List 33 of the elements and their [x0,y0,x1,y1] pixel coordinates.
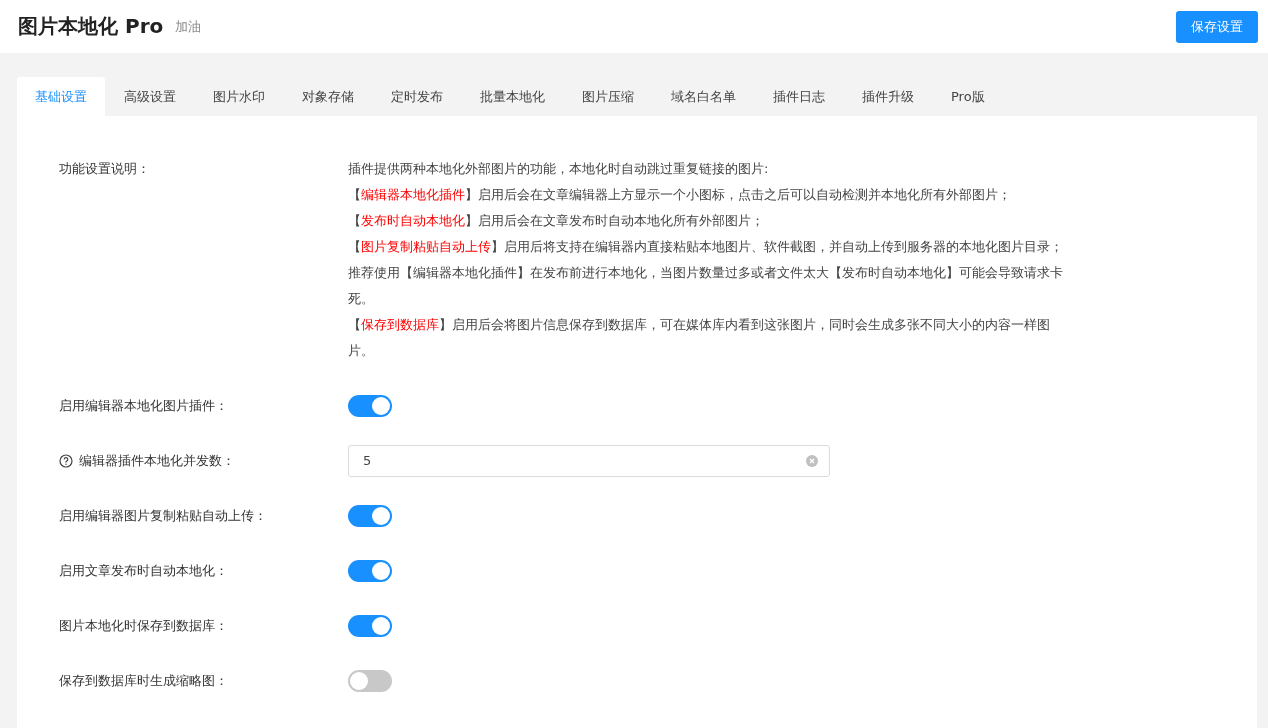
clear-icon[interactable] [806,454,818,467]
field-label: 启用编辑器图片复制粘贴自动上传： [59,506,267,525]
description-text: 【保存到数据库】启用后会将图片信息保存到数据库，可在媒体库内看到这张图片，同时会生成多张不同大小的内容一样图片。 [348,316,1051,360]
tab[interactable]: 定时发布 [373,77,461,116]
field-label: 功能设置说明： [59,160,151,178]
field-label: 启用编辑器本地化图片插件： [59,396,228,415]
field-label: 编辑器插件本地化并发数： [79,451,235,470]
toggle-switch[interactable] [348,394,392,417]
description-text: 【编辑器本地化插件】启用后会在文章编辑器上方显示一个小图标，点击之后可以自动检测并本地化所有外部图片； [348,186,1012,204]
field-label: 保存到数据库时生成缩略图： [59,671,228,690]
tab[interactable]: 插件日志 [755,77,843,116]
page-subtitle: 加油 [175,17,202,36]
field-label: 启用文章发布时自动本地化： [59,561,228,580]
help-icon[interactable] [59,453,73,468]
tab[interactable]: 图片压缩 [564,77,652,116]
field-label: 图片本地化时保存到数据库： [59,616,228,635]
tab[interactable]: 批量本地化 [462,77,563,116]
description-text: 【图片复制粘贴自动上传】启用后将支持在编辑器内直接粘贴本地图片、软件截图，并自动上传到服务器的本地化图片目录； [348,238,1064,256]
toggle-switch[interactable] [348,559,392,582]
tab[interactable]: 对象存储 [284,77,372,116]
tab[interactable]: 高级设置 [106,77,194,116]
toggle-switch[interactable] [348,614,392,637]
page-title: 图片本地化 Pro [18,13,164,40]
toggle-switch[interactable] [348,669,392,692]
description-text: 【发布时自动本地化】启用后会在文章发布时自动本地化所有外部图片； [348,212,765,230]
tab[interactable]: 插件升级 [844,77,932,116]
tab[interactable]: 域名白名单 [653,77,754,116]
tab[interactable]: Pro版 [933,77,1003,116]
toggle-switch[interactable] [348,504,392,527]
tab[interactable]: 图片水印 [195,77,283,116]
description-text: 插件提供两种本地化外部图片的功能，本地化时自动跳过重复链接的图片: [348,160,770,178]
description-text: 推荐使用【编辑器本地化插件】在发布前进行本地化，当图片数量过多或者文件太大【发布时自动本地化】可能会导致请求卡死。 [348,264,1064,308]
input-field[interactable]: 5 [348,444,830,477]
